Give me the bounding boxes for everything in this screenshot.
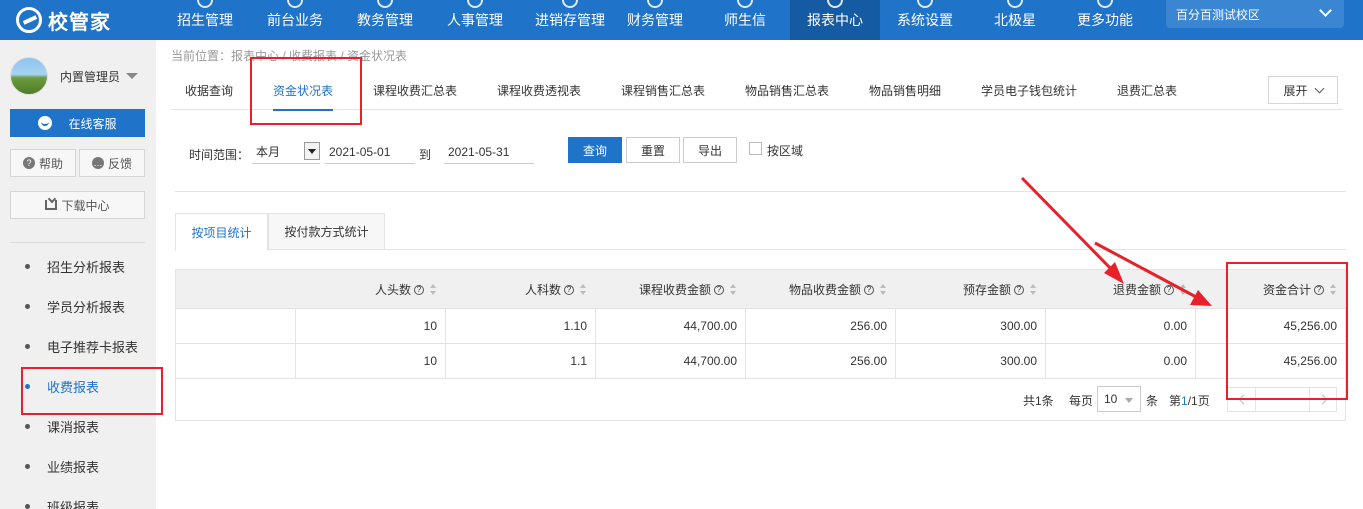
annotation-arrow-down [1020, 176, 1124, 284]
annotation-arrows [1020, 176, 1212, 306]
